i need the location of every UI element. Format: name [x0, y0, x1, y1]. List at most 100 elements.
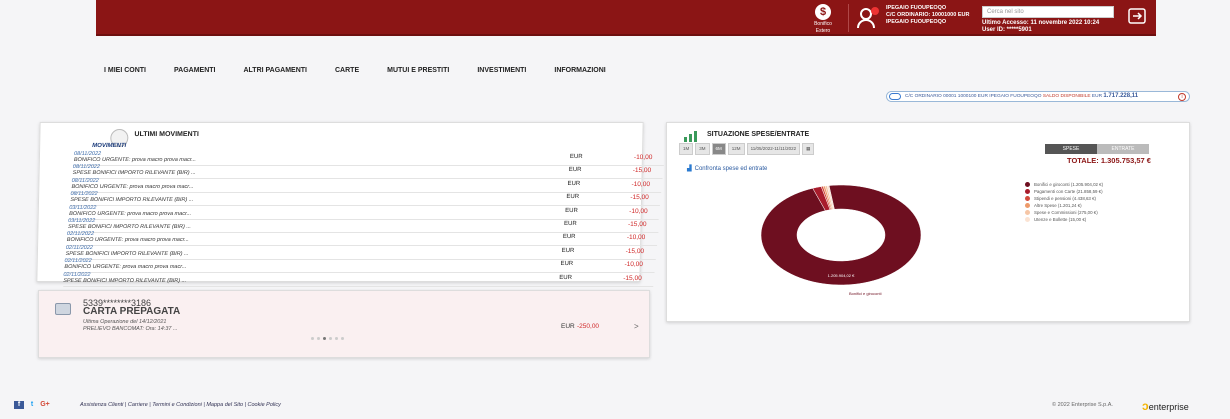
- nav-carte[interactable]: CARTE: [335, 67, 359, 79]
- carousel-dot-active[interactable]: [323, 337, 326, 340]
- movement-row[interactable]: 08/11/2022 BONIFICO URGENTE: prova macro …: [71, 178, 662, 193]
- twitter-icon[interactable]: t: [27, 401, 37, 409]
- toggle-entrate[interactable]: ENTRATE: [1097, 144, 1149, 154]
- movement-description: SPESE BONIFICI IMPORTO RILEVANTE (BIR) .…: [65, 250, 189, 257]
- compare-icon: ▟: [687, 166, 692, 172]
- movement-amount: -10,00: [626, 234, 646, 242]
- movement-description: SPESE BONIFICI IMPORTO RILEVANTE (BIR) .…: [72, 170, 196, 177]
- movement-description: BONIFICO URGENTE: prova macro prova macr…: [71, 183, 194, 190]
- legend-label: Utenze e Bollette (15,00 €): [1034, 217, 1087, 222]
- tab-6m[interactable]: 6M: [711, 143, 726, 155]
- legend-item[interactable]: Utenze e Bollette (15,00 €): [1025, 216, 1103, 223]
- legend-swatch: [1025, 210, 1030, 215]
- movement-description: SPESE BONIFICI IMPORTO RILEVANTE (BIR) .…: [63, 277, 187, 284]
- movement-currency: EUR: [563, 221, 577, 227]
- card-op-desc: PRELIEVO BANCOMAT: Ora: 14:37 ...: [83, 326, 178, 332]
- legend-item[interactable]: Bonifici e giroconti (1.205.904,02 €): [1025, 181, 1103, 188]
- chart-legend: Bonifici e giroconti (1.205.904,02 €) Pag…: [1025, 181, 1103, 223]
- movement-currency: EUR: [567, 180, 581, 187]
- bonifico-label: Bonifico: [814, 21, 832, 27]
- compare-link[interactable]: ▟ Confronta spese ed entrate: [687, 165, 767, 172]
- legend-label: Spese e Commissioni (275,00 €): [1034, 210, 1098, 215]
- bonifico-estero-button[interactable]: $ Bonifico Estero: [806, 4, 840, 34]
- nav-pagamenti[interactable]: PAGAMENTI: [174, 67, 215, 79]
- logo-mark-icon: ↄ: [1142, 399, 1149, 413]
- footer-links[interactable]: Assistenza Clienti | Carriere | Termini …: [80, 402, 281, 408]
- movement-amount: -10,00: [631, 180, 651, 188]
- carousel-dot[interactable]: [317, 337, 320, 340]
- last-access-text: Ultimo Accesso: 11 novembre 2022 10:24: [982, 20, 1100, 26]
- spese-entrate-toggle: SPESE ENTRATE: [1045, 144, 1149, 154]
- movement-currency: EUR: [559, 274, 573, 281]
- legend-swatch: [1025, 217, 1030, 222]
- movement-row[interactable]: 02/11/2022 SPESE BONIFICI IMPORTO RILEVAN…: [63, 272, 654, 287]
- footer: f t G+ Assistenza Clienti | Carriere | T…: [0, 398, 1230, 414]
- nav-informazioni[interactable]: INFORMAZIONI: [554, 67, 605, 79]
- user-icon[interactable]: [856, 6, 880, 30]
- movement-row[interactable]: 08/11/2022 SPESE BONIFICI IMPORTO RILEVAN…: [72, 164, 663, 180]
- donut-caption: Bonifici e giroconti: [849, 291, 882, 296]
- account-icon: [889, 93, 901, 100]
- movements-subtitle: MOVIMENTI: [92, 143, 127, 149]
- legend-item[interactable]: Altre Spese (1.201,24 €): [1025, 202, 1103, 209]
- info-icon[interactable]: i: [1178, 93, 1186, 101]
- ultimi-movimenti-panel: ULTIMI MOVIMENTI MOVIMENTI 08/11/2022 BON…: [36, 122, 664, 287]
- legend-swatch: [1025, 189, 1030, 194]
- carousel-dots: [311, 337, 344, 340]
- saldo-label: SALDO DISPONIBILE: [1042, 94, 1091, 99]
- movement-row[interactable]: 02/11/2022 SPESE BONIFICI IMPORTO RILEVAN…: [65, 245, 656, 260]
- enterprise-logo: ↄenterprise: [1142, 399, 1189, 413]
- facebook-icon[interactable]: f: [14, 401, 24, 409]
- movement-description: SPESE BONIFICI IMPORTO RILEVANTE (BIR) .…: [70, 197, 194, 204]
- tab-12m[interactable]: 12M: [727, 143, 745, 155]
- user-id-text: User ID: *****5901: [982, 27, 1032, 33]
- movement-amount: -10,00: [624, 261, 643, 269]
- tab-date-range[interactable]: 11/05/2022-11/11/2022: [746, 143, 801, 155]
- movement-row[interactable]: 02/11/2022 BONIFICO URGENTE: prova macro …: [66, 231, 657, 247]
- donut-chart: 1.205.904,02 € Bonifici e giroconti: [760, 184, 922, 296]
- spese-entrate-panel: SITUAZIONE SPESE/ENTRATE 1M 3M 6M 12M 11…: [666, 122, 1190, 322]
- legend-item[interactable]: Stipendi e pensioni (4.438,63 €): [1025, 195, 1103, 202]
- tab-3m[interactable]: 3M: [695, 143, 710, 155]
- carousel-dot[interactable]: [329, 337, 332, 340]
- legend-label: Pagamenti con Carte (21.858,59 €): [1034, 189, 1103, 194]
- movement-row[interactable]: 03/11/2022 BONIFICO URGENTE: prova macro …: [69, 205, 660, 220]
- legend-item[interactable]: Spese e Commissioni (275,00 €): [1025, 209, 1103, 216]
- movement-currency: EUR: [569, 154, 583, 160]
- nav-altri-pagamenti[interactable]: ALTRI PAGAMENTI: [243, 67, 307, 79]
- card-op-date: Ultima Operazione del 14/12/2021: [83, 319, 167, 325]
- movement-description: BONIFICO URGENTE: prova macro prova macr…: [69, 210, 192, 217]
- nav-i-miei-conti[interactable]: I MIEI CONTI: [104, 67, 146, 79]
- user-info: IPEGAIO FUOUPEOQO C/C ORDINARIO: 1000100…: [886, 5, 969, 26]
- movement-amount: -10,00: [633, 154, 653, 161]
- dollar-icon: $: [815, 4, 831, 20]
- carousel-dot[interactable]: [311, 337, 314, 340]
- legend-label: Bonifici e giroconti (1.205.904,02 €): [1034, 182, 1104, 187]
- social-links: f t G+: [14, 401, 50, 409]
- card-last-operation: Ultima Operazione del 14/12/2021 PRELIEV…: [83, 319, 178, 333]
- nav-mutui-prestiti[interactable]: MUTUI E PRESTITI: [387, 67, 449, 79]
- account-currency: EUR: [1091, 94, 1103, 99]
- movement-row[interactable]: 08/11/2022 SPESE BONIFICI IMPORTO RILEVAN…: [70, 191, 661, 207]
- toggle-spese[interactable]: SPESE: [1045, 144, 1097, 154]
- logout-icon[interactable]: [1128, 8, 1146, 24]
- google-plus-icon[interactable]: G+: [40, 401, 50, 409]
- movement-row[interactable]: 02/11/2022 BONIFICO URGENTE: prova macro …: [64, 258, 655, 274]
- card-next-arrow[interactable]: >: [634, 322, 639, 331]
- legend-swatch: [1025, 182, 1030, 187]
- legend-item[interactable]: Pagamenti con Carte (21.858,59 €): [1025, 188, 1103, 195]
- account-selector[interactable]: C/C ORDINARIO 00001 1000100 EUR IPEGAIO …: [886, 91, 1190, 102]
- tab-1m[interactable]: 1M: [679, 143, 694, 155]
- carousel-dot[interactable]: [335, 337, 338, 340]
- movement-currency: EUR: [560, 261, 574, 268]
- movement-row[interactable]: 08/11/2022 BONIFICO URGENTE: prova macro …: [73, 151, 664, 166]
- card-currency: EUR: [561, 323, 575, 330]
- movement-amount: -10,00: [629, 207, 648, 215]
- calendar-icon[interactable]: ▦: [802, 143, 815, 155]
- carousel-dot[interactable]: [341, 337, 344, 340]
- movement-row[interactable]: 03/11/2022 SPESE BONIFICI IMPORTO RILEVAN…: [67, 218, 658, 233]
- donut-slice[interactable]: [760, 184, 922, 286]
- nav-investimenti[interactable]: INVESTIMENTI: [477, 67, 526, 79]
- movement-description: SPESE BONIFICI IMPORTO RILEVANTE (BIR) .…: [67, 224, 192, 230]
- search-input[interactable]: Cerca nel sito: [982, 6, 1114, 18]
